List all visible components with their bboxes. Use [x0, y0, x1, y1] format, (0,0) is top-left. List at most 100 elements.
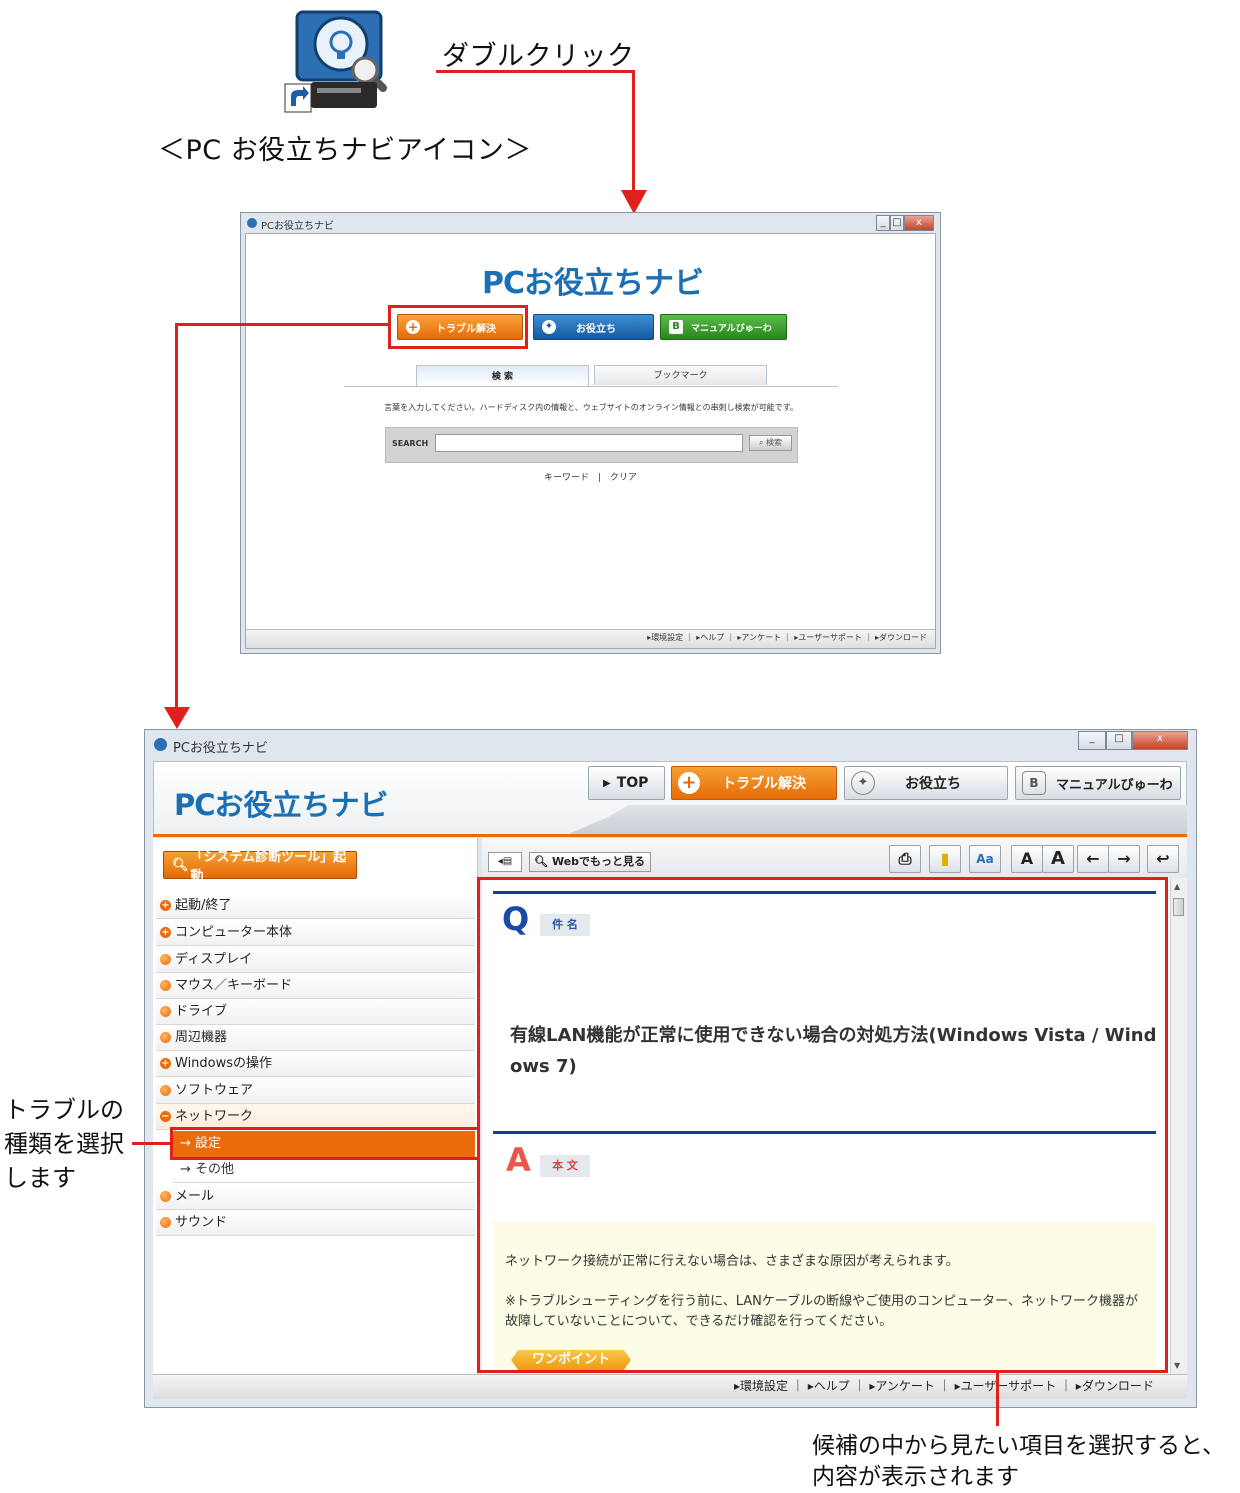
return-icon[interactable]: ↩: [1147, 845, 1179, 873]
sidebar-item-mouse-keyboard[interactable]: マウス／キーボード: [156, 973, 475, 999]
tab-underline: [344, 386, 838, 387]
select-trouble-line-3: します: [4, 1164, 76, 1192]
search-instructions: 言葉を入力してください。ハードディスク内の情報と、ウェブサイトのオンライン情報と…: [384, 403, 798, 412]
double-click-label: ダブルクリック: [442, 41, 635, 72]
select-item-annotation: 候補の中から見たい項目を選択すると、 内容が表示されます: [812, 1431, 1225, 1493]
nav-trouble[interactable]: + トラブル解決: [671, 766, 837, 800]
footer-help-link[interactable]: ▸ヘルプ: [696, 633, 724, 642]
trouble-arrow-line-v: [175, 323, 178, 711]
collapse-icon: −: [160, 1111, 171, 1122]
nav-useful-label: お役立ち: [905, 776, 961, 792]
manual-icon: B: [669, 320, 683, 334]
forward-arrow-icon[interactable]: →: [1108, 845, 1140, 873]
link-separator: |: [597, 473, 601, 483]
footer-support-link[interactable]: ▸ユーザーサポート: [794, 633, 862, 642]
sidebar-item-windows[interactable]: + Windowsの操作: [156, 1051, 475, 1077]
footer-survey-link[interactable]: ▸アンケート: [737, 633, 781, 642]
expand-icon: +: [160, 1058, 171, 1069]
highlight-content-area: [477, 877, 1168, 1373]
select-trouble-line-1: トラブルの: [4, 1096, 124, 1124]
keyword-link[interactable]: キーワード: [544, 473, 589, 483]
collapse-sidebar-button[interactable]: ◂▤: [488, 852, 522, 872]
minimize-button[interactable]: _: [876, 215, 890, 231]
sidebar-item-label: メール: [175, 1188, 215, 1204]
diag-tool-button[interactable]: 🔍︎ 「システム診断ツール」起動: [163, 850, 357, 884]
scroll-down-arrow[interactable]: ▼: [1174, 1361, 1180, 1370]
useful-button-label: お役立ち: [576, 323, 616, 335]
close-button[interactable]: x: [904, 215, 934, 231]
bookmark-icon[interactable]: ▮: [929, 845, 961, 873]
bullet-icon: [160, 954, 171, 965]
sidebar-item-label: ディスプレイ: [175, 951, 253, 967]
print-icon[interactable]: ⎙: [889, 845, 921, 873]
clear-link[interactable]: クリア: [610, 473, 637, 483]
header-orange-rule: [153, 834, 1187, 837]
double-click-arrow-line-v: [632, 70, 635, 194]
tab-bookmark[interactable]: ブックマーク: [594, 365, 767, 385]
scroll-up-arrow[interactable]: ▲: [1174, 882, 1180, 891]
small-window-controls: _ □ x: [876, 215, 934, 231]
lightbulb-icon: ✦: [542, 320, 556, 334]
large-footer-links: ▸環境設定 ｜ ▸ヘルプ ｜ ▸アンケート ｜ ▸ユーザーサポート ｜ ▸ダウン…: [734, 1379, 1154, 1393]
nav-top-label: TOP: [616, 775, 649, 791]
tab-search[interactable]: 検 索: [416, 365, 589, 387]
sidebar-item-label: 周辺機器: [175, 1029, 228, 1045]
sidebar-item-mail[interactable]: メール: [156, 1184, 475, 1210]
footer-settings-link[interactable]: ▸環境設定: [647, 633, 683, 642]
footer-download-link[interactable]: ▸ダウンロード: [875, 633, 927, 642]
sidebar-item-drive[interactable]: ドライブ: [156, 999, 475, 1025]
manual-button[interactable]: B マニュアルびゅーわ: [660, 314, 787, 340]
search-panel: SEARCH ⌕ 検索: [385, 427, 798, 463]
sidebar-item-display[interactable]: ディスプレイ: [156, 947, 475, 973]
sidebar-item-software[interactable]: ソフトウェア: [156, 1078, 475, 1104]
web-search-icon: 🔍︎: [534, 855, 548, 868]
sidebar-item-label: Windowsの操作: [175, 1055, 273, 1071]
highlight-settings-item: [170, 1127, 480, 1160]
icon-caption: ＜PC お役立ちナビアイコン＞: [158, 135, 532, 166]
search-button[interactable]: ⌕ 検索: [749, 435, 792, 451]
sidebar-item-peripherals[interactable]: 周辺機器: [156, 1025, 475, 1051]
sidebar-item-computer[interactable]: + コンピューター本体: [156, 920, 475, 946]
back-arrow-icon[interactable]: ←: [1077, 845, 1109, 873]
scroll-thumb[interactable]: [1173, 898, 1184, 916]
maximize-button[interactable]: □: [890, 215, 904, 231]
search-input[interactable]: [435, 434, 743, 452]
nav-manual[interactable]: B マニュアルびゅーわ: [1015, 766, 1181, 800]
large-minimize-button[interactable]: _: [1078, 731, 1106, 750]
useful-button[interactable]: ✦ お役立ち: [533, 314, 654, 340]
manual-view-icon[interactable]: Aa: [969, 845, 1001, 873]
logo-pc: PC: [482, 266, 525, 301]
large-footer-download[interactable]: ▸ダウンロード: [1076, 1379, 1154, 1393]
pc-navi-desktop-icon[interactable]: [283, 4, 395, 116]
nav-top[interactable]: ▶ TOP: [588, 766, 665, 800]
large-footer-survey[interactable]: ▸アンケート: [869, 1379, 935, 1393]
nav-trouble-label: トラブル解決: [722, 776, 806, 792]
bullet-icon: [160, 1217, 171, 1228]
play-icon: ▶: [603, 777, 611, 789]
font-smaller-icon[interactable]: A: [1011, 845, 1043, 873]
large-logo-text: お役立ちナビ: [214, 788, 389, 822]
web-more-button[interactable]: 🔍︎ Webでもっと見る: [529, 852, 651, 872]
sidebar-item-startup[interactable]: + 起動/終了: [156, 893, 475, 919]
large-close-button[interactable]: x: [1132, 731, 1188, 750]
logo-text: お役立ちナビ: [524, 266, 705, 301]
sidebar-item-sound[interactable]: サウンド: [156, 1210, 475, 1236]
large-logo-pc: PC: [174, 788, 216, 822]
bullet-icon: [160, 1191, 171, 1202]
large-window-title: PCお役立ちナビ: [173, 741, 268, 756]
bullet-icon: [160, 1006, 171, 1017]
content-scrollbar[interactable]: ▲ ▼: [1170, 878, 1187, 1374]
large-footer-settings[interactable]: ▸環境設定: [734, 1379, 788, 1393]
large-footer-help[interactable]: ▸ヘルプ: [808, 1379, 850, 1393]
large-maximize-button[interactable]: □: [1106, 731, 1132, 750]
sidebar-subitem-other[interactable]: → その他: [172, 1157, 475, 1183]
sidebar-item-label: ドライブ: [175, 1003, 228, 1019]
nav-useful[interactable]: ✦ お役立ち: [844, 766, 1008, 800]
highlight-trouble-button: [388, 305, 528, 349]
font-larger-icon[interactable]: A: [1042, 845, 1074, 873]
search-label: SEARCH: [392, 439, 429, 448]
app-icon: [247, 218, 257, 228]
web-more-label: Webでもっと見る: [551, 855, 646, 868]
small-window-titlebar: PCお役立ちナビ: [241, 213, 940, 233]
large-footer-support[interactable]: ▸ユーザーサポート: [955, 1379, 1057, 1393]
